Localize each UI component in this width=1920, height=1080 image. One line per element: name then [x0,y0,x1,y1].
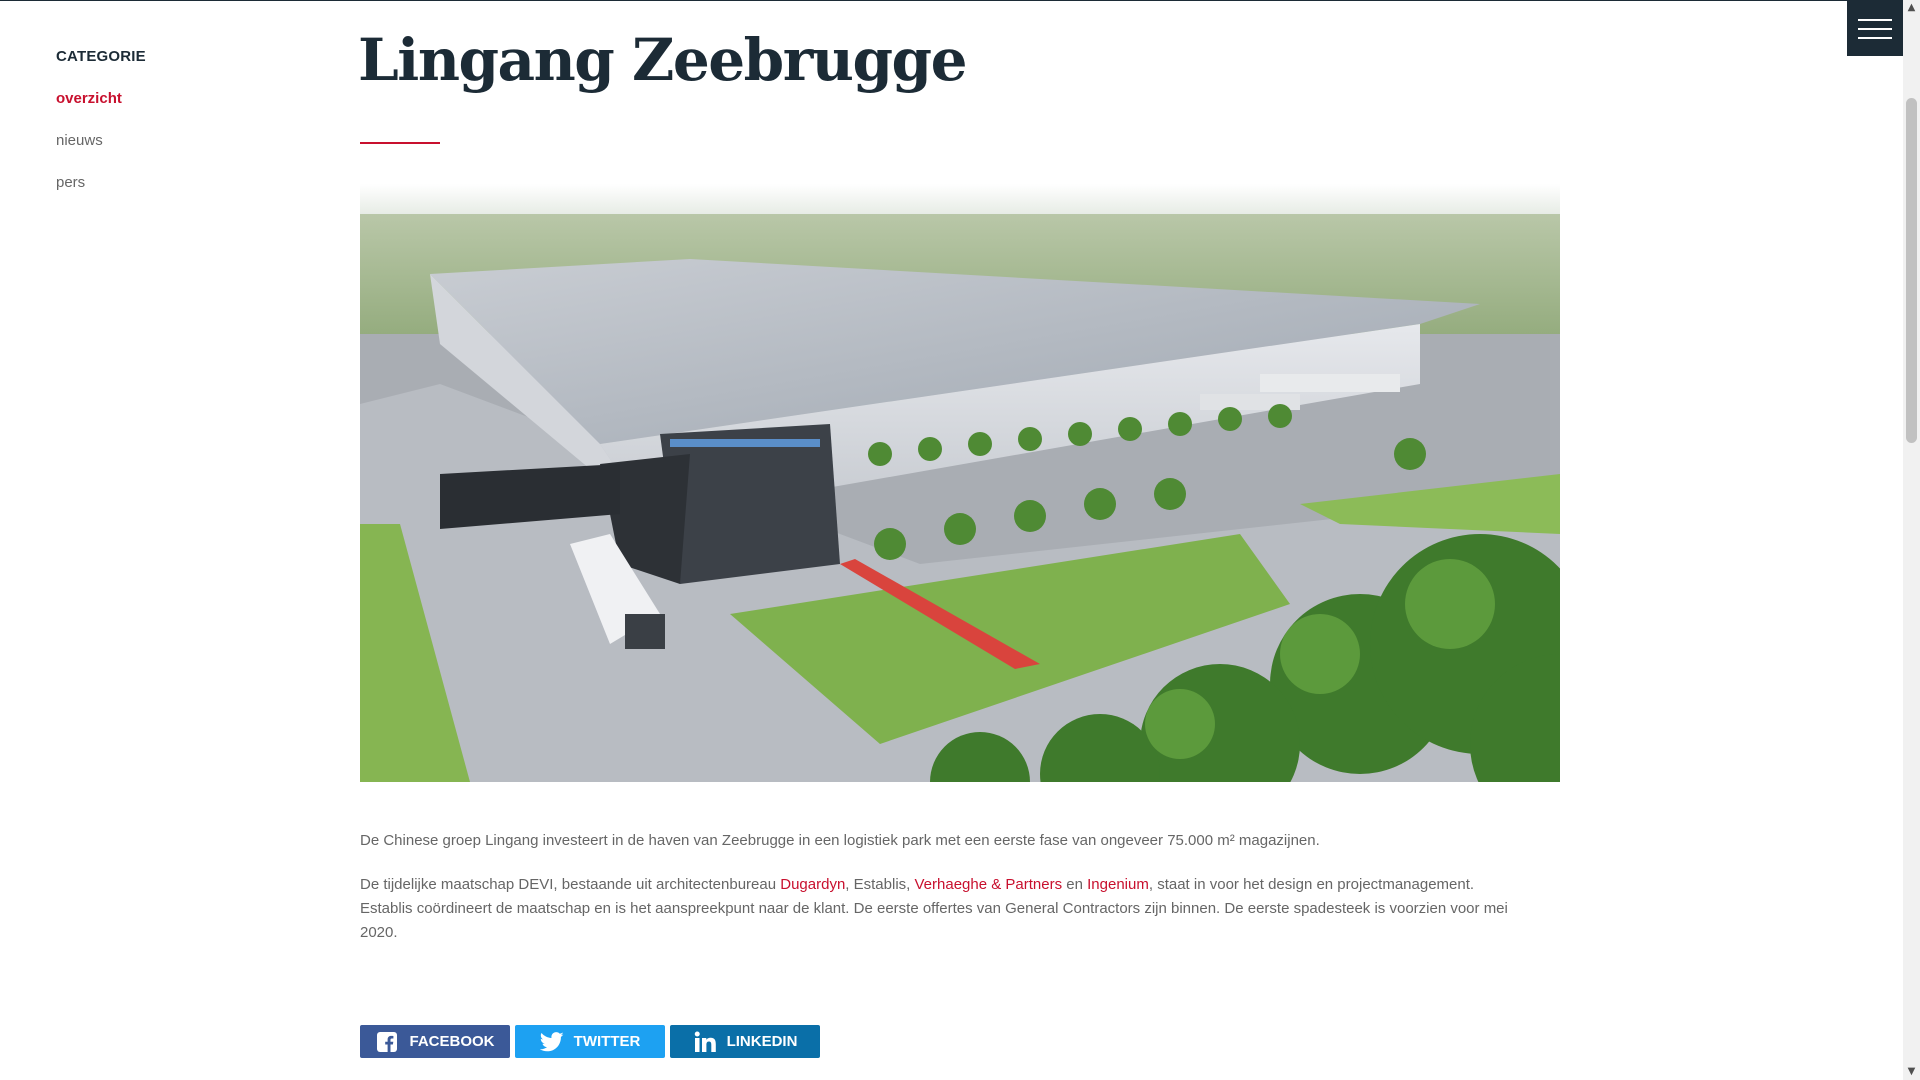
category-link-nieuws[interactable]: nieuws [56,132,306,149]
category-link-overzicht[interactable]: overzicht [56,90,306,107]
twitter-share-button[interactable]: TWITTER [515,1025,665,1058]
hero-image [360,184,1560,782]
hamburger-menu-icon-line [1858,28,1892,30]
page-title: Lingang Zeebrugge [358,26,967,94]
article-paragraph-2: De tijdelijke maatschap DEVI, bestaande … [360,873,1520,945]
twitter-icon [539,1030,564,1054]
linkedin-label: LINKEDIN [726,1033,798,1050]
facebook-label: FACEBOOK [409,1033,495,1050]
facebook-icon [375,1030,399,1054]
hamburger-menu-icon-line [1858,37,1892,39]
link-ingenium[interactable]: Ingenium [1087,876,1149,893]
category-heading: CATEGORIE [56,48,146,65]
scrollbar[interactable]: ▲ ▼ [1903,0,1920,1080]
facebook-share-button[interactable]: FACEBOOK [360,1025,510,1058]
scroll-down-arrow-icon[interactable]: ▼ [1903,1064,1920,1080]
title-underline [360,142,440,144]
link-verhaeghe-partners[interactable]: Verhaeghe & Partners [915,876,1063,893]
article-body: De Chinese groep Lingang investeert in d… [360,829,1520,965]
scrollbar-thumb[interactable] [1906,98,1917,443]
scroll-up-arrow-icon[interactable]: ▲ [1903,0,1920,16]
menu-button[interactable] [1847,1,1903,56]
hamburger-menu-icon [1858,19,1892,21]
paragraph-text: , Establis, [845,876,915,893]
twitter-label: TWITTER [573,1033,641,1050]
category-sidebar: CATEGORIE overzicht nieuws pers [56,48,306,216]
warehouse-rendering [360,184,1560,782]
category-link-pers[interactable]: pers [56,174,306,191]
top-border [0,0,1920,1]
link-dugardyn[interactable]: Dugardyn [780,876,845,893]
paragraph-text: en [1062,876,1088,893]
paragraph-text: De tijdelijke maatschap DEVI, bestaande … [360,876,781,893]
article-paragraph-1: De Chinese groep Lingang investeert in d… [360,832,1320,849]
share-buttons: FACEBOOK TWITTER LINKEDIN [360,1025,820,1058]
linkedin-icon [693,1030,717,1054]
linkedin-share-button[interactable]: LINKEDIN [670,1025,820,1058]
